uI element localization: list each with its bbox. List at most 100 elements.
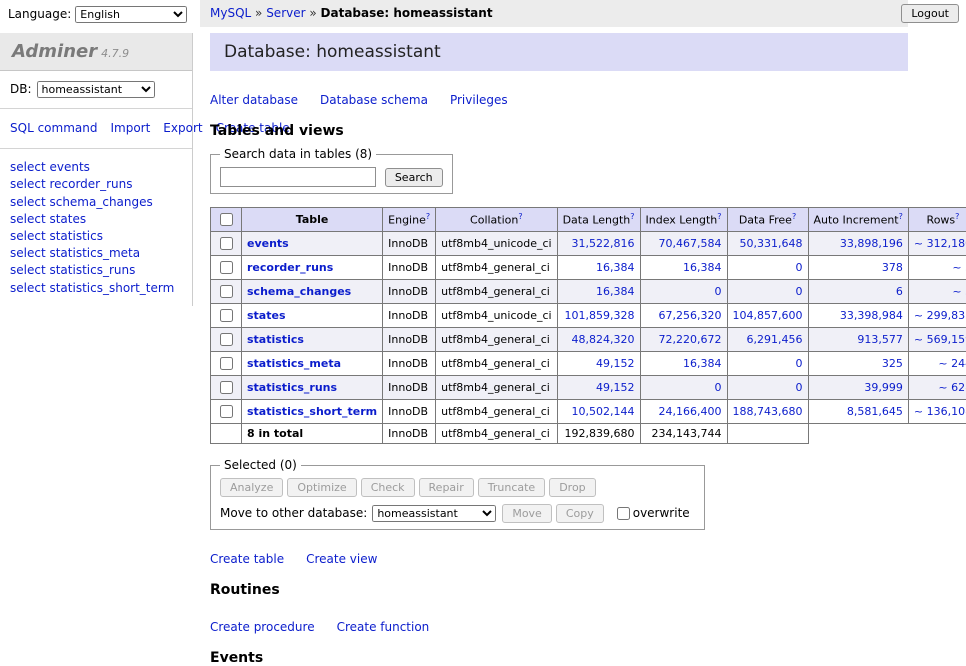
sidebar-table-link-select-statistics[interactable]: select statistics [10,228,182,244]
data-free-link[interactable]: 0 [796,357,803,370]
data-free-link[interactable]: 50,331,648 [740,237,803,250]
db-action-link-privileges[interactable]: Privileges [450,93,508,107]
row-checkbox[interactable] [220,357,233,370]
sidebar-table-link-select-events[interactable]: select events [10,159,182,175]
column-header-table: Table [242,208,383,232]
table-name-link[interactable]: statistics [247,333,304,346]
row-checkbox[interactable] [220,237,233,250]
collation-cell: utf8mb4_unicode_ci [436,304,557,328]
rows-link[interactable]: ~ 312,180 [914,237,966,250]
column-help-link[interactable]: ? [518,212,522,221]
sidebar-table-link-select-statistics-short-term[interactable]: select statistics_short_term [10,280,182,296]
rows-link[interactable]: ~ 5 [952,261,966,274]
index-length-link[interactable]: 0 [715,381,722,394]
column-help-link[interactable]: ? [899,212,903,221]
engine-cell: InnoDB [383,328,436,352]
sidebar-table-link-select-statistics-meta[interactable]: select statistics_meta [10,245,182,261]
bulk-repair-button: Repair [419,478,474,497]
data-length-link[interactable]: 48,824,320 [572,333,635,346]
table-name-link[interactable]: statistics_runs [247,381,337,394]
auto-increment-link[interactable]: 8,581,645 [847,405,903,418]
table-name-link[interactable]: states [247,309,286,322]
index-length-link[interactable]: 16,384 [683,357,722,370]
rows-link[interactable]: ~ 136,108 [914,405,966,418]
index-length-link[interactable]: 0 [715,285,722,298]
table-name-link[interactable]: statistics_meta [247,357,341,370]
sidebar-command-link-export[interactable]: Export [163,121,202,135]
auto-increment-link[interactable]: 33,398,984 [840,309,903,322]
rows-link[interactable]: ~ 244 [938,357,966,370]
row-checkbox[interactable] [220,309,233,322]
data-length-link[interactable]: 10,502,144 [572,405,635,418]
row-checkbox[interactable] [220,261,233,274]
data-length-link[interactable]: 101,859,328 [565,309,635,322]
auto-increment-link[interactable]: 913,577 [857,333,903,346]
data-free-link[interactable]: 6,291,456 [747,333,803,346]
auto-increment-link[interactable]: 378 [882,261,903,274]
app-title: Adminer4.7.9 [0,33,192,71]
column-help-link[interactable]: ? [426,212,430,221]
index-length-link[interactable]: 70,467,584 [659,237,722,250]
collation-cell: utf8mb4_general_ci [436,352,557,376]
data-free-link[interactable]: 0 [796,261,803,274]
auto-increment-link[interactable]: 39,999 [864,381,903,394]
create-link-create-view[interactable]: Create view [306,552,377,566]
sidebar-command-link-import[interactable]: Import [110,121,150,135]
column-help-link[interactable]: ? [630,212,634,221]
column-help-link[interactable]: ? [955,212,959,221]
collation-cell: utf8mb4_general_ci [436,376,557,400]
logout-button[interactable]: Logout [901,4,959,23]
data-length-link[interactable]: 16,384 [596,285,635,298]
data-free-link[interactable]: 0 [796,381,803,394]
auto-increment-link[interactable]: 325 [882,357,903,370]
rows-link[interactable]: ~ 569,159 [914,333,966,346]
create-link-create-table[interactable]: Create table [210,552,284,566]
routine-link-create-function[interactable]: Create function [337,620,430,634]
sidebar-command-link-sql-command[interactable]: SQL command [10,121,97,135]
sidebar-table-link-select-schema-changes[interactable]: select schema_changes [10,194,182,210]
table-name-link[interactable]: events [247,237,289,250]
index-length-link[interactable]: 67,256,320 [659,309,722,322]
search-input[interactable] [220,167,376,187]
table-name-link[interactable]: recorder_runs [247,261,333,274]
db-select[interactable]: homeassistant [37,81,155,98]
index-length-link[interactable]: 72,220,672 [659,333,722,346]
routine-link-create-procedure[interactable]: Create procedure [210,620,315,634]
breadcrumb-link[interactable]: Server [266,6,305,20]
data-free-link[interactable]: 0 [796,285,803,298]
row-checkbox[interactable] [220,405,233,418]
auto-increment-link[interactable]: 6 [896,285,903,298]
index-length-link[interactable]: 24,166,400 [659,405,722,418]
row-checkbox[interactable] [220,381,233,394]
rows-link[interactable]: ~ 628 [938,381,966,394]
row-checkbox[interactable] [220,285,233,298]
search-button[interactable]: Search [385,168,443,187]
sidebar-table-link-select-recorder-runs[interactable]: select recorder_runs [10,176,182,192]
data-length-link[interactable]: 31,522,816 [572,237,635,250]
data-length-link[interactable]: 49,152 [596,381,635,394]
index-length-link[interactable]: 16,384 [683,261,722,274]
breadcrumb-link[interactable]: MySQL [210,6,251,20]
data-length-link[interactable]: 49,152 [596,357,635,370]
row-checkbox[interactable] [220,333,233,346]
data-free-link[interactable]: 104,857,600 [733,309,803,322]
data-length-link[interactable]: 16,384 [596,261,635,274]
table-name-link[interactable]: schema_changes [247,285,351,298]
total-data-free [727,424,808,444]
db-action-link-alter-database[interactable]: Alter database [210,93,298,107]
rows-link[interactable]: ~ 299,833 [914,309,966,322]
column-help-link[interactable]: ? [717,212,721,221]
db-action-link-database-schema[interactable]: Database schema [320,93,428,107]
auto-increment-link[interactable]: 33,898,196 [840,237,903,250]
sidebar-table-link-select-statistics-runs[interactable]: select statistics_runs [10,262,182,278]
data-free-link[interactable]: 188,743,680 [733,405,803,418]
language-select[interactable]: English [75,6,187,23]
sidebar-table-link-select-states[interactable]: select states [10,211,182,227]
select-all-checkbox[interactable] [220,213,233,226]
sidebar: Adminer4.7.9 DB:homeassistant SQL comman… [0,33,193,306]
move-db-select[interactable]: homeassistant [372,505,496,522]
column-help-link[interactable]: ? [792,212,796,221]
overwrite-checkbox[interactable] [617,507,630,520]
rows-link[interactable]: ~ 3 [952,285,966,298]
table-name-link[interactable]: statistics_short_term [247,405,377,418]
